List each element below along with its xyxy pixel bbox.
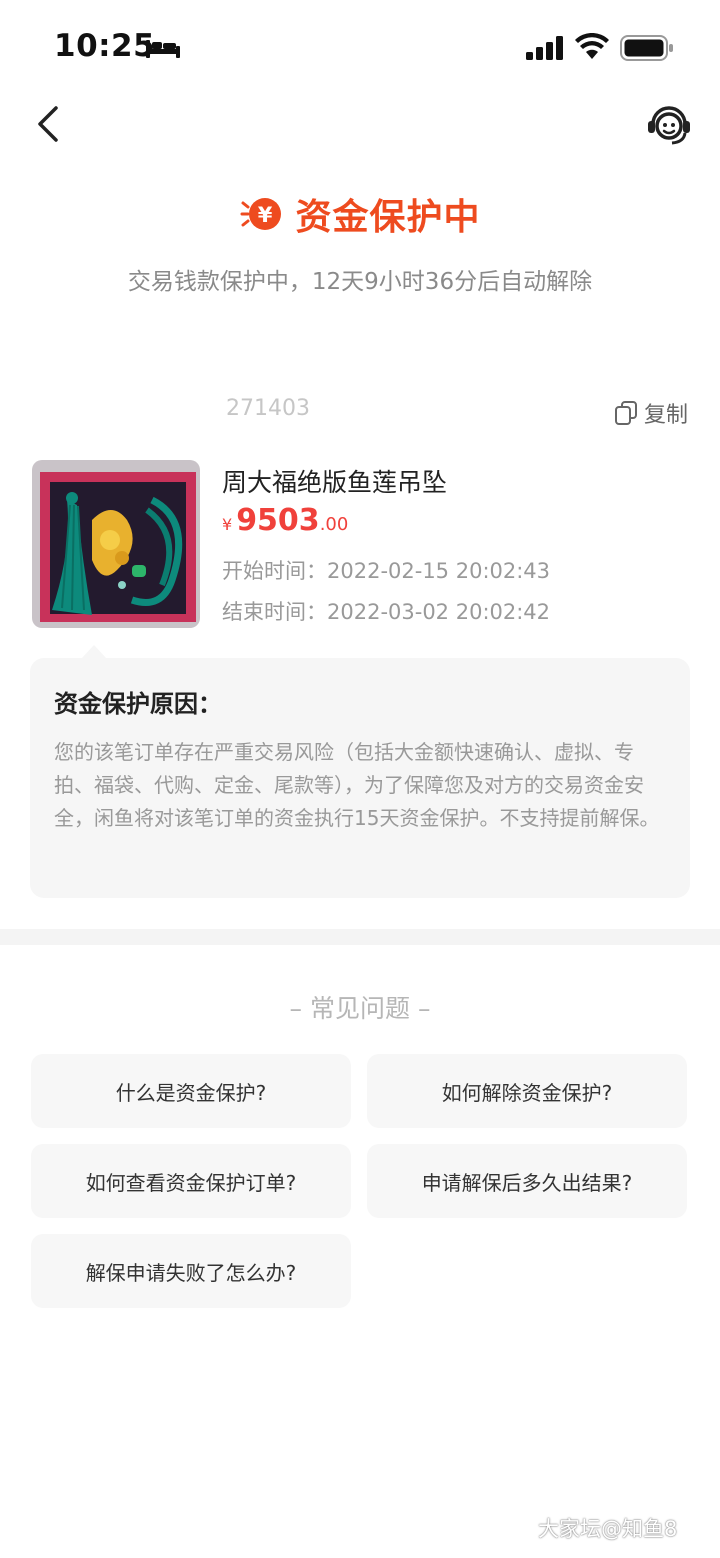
battery-icon (620, 35, 673, 61)
faq-what-is-protection[interactable]: 什么是资金保护? (31, 1054, 351, 1128)
watermark: 大家坛@知鱼8 (538, 1517, 678, 1541)
product-name: 周大福绝版鱼莲吊坠 (222, 468, 448, 497)
price-integer: 9503 (236, 503, 320, 538)
section-divider (0, 929, 720, 945)
hero-title: 资金保护中 (295, 197, 481, 238)
copy-icon (615, 401, 637, 425)
faq-how-to-release[interactable]: 如何解除资金保护? (367, 1054, 687, 1128)
hero-subtitle: 交易钱款保护中，12天9小时36分后自动解除 (127, 269, 593, 295)
status-time: 10:25 (54, 28, 156, 64)
customer-service-icon[interactable] (644, 100, 694, 148)
copy-button[interactable]: 复制 (614, 397, 688, 429)
order-number: 271403 (226, 396, 310, 421)
faq-title: – 常见问题 – (289, 994, 431, 1023)
start-time: 开始时间：2022-02-15 20:02:43 (222, 559, 551, 583)
reason-body: 您的该笔订单存在严重交易风险（包括大金额快速确认、虚拟、专拍、福袋、代购、定金、… (54, 740, 660, 830)
card-pointer (82, 645, 106, 658)
reason-title: 资金保护原因： (54, 690, 222, 718)
price-decimal: .00 (319, 514, 349, 535)
product-image[interactable] (32, 460, 200, 628)
end-time: 结束时间：2022-03-02 20:02:42 (222, 600, 551, 624)
sleep-mode-icon (146, 40, 180, 58)
copy-label: 复制 (644, 403, 689, 428)
protection-reason-card: 资金保护原因： 您的该笔订单存在严重交易风险（包括大金额快速确认、虚拟、专拍、福… (30, 658, 690, 898)
faq-result-time[interactable]: 申请解保后多久出结果? (367, 1144, 687, 1218)
product-price: ¥9503.00 (222, 503, 348, 538)
status-bar: 10:25 (0, 0, 720, 96)
cellular-signal-icon (526, 36, 563, 60)
wifi-icon (575, 33, 609, 59)
chevron-left-icon[interactable] (30, 102, 70, 146)
svg-text:¥: ¥ (258, 203, 273, 227)
faq-view-protected-orders[interactable]: 如何查看资金保护订单? (31, 1144, 351, 1218)
protection-hero: ¥ 资金保护中 交易钱款保护中，12天9小时36分后自动解除 (0, 188, 720, 296)
price-currency: ¥ (222, 515, 233, 534)
yuan-shield-icon: ¥ (240, 198, 282, 230)
faq-release-failed[interactable]: 解保申请失败了怎么办? (31, 1234, 351, 1308)
